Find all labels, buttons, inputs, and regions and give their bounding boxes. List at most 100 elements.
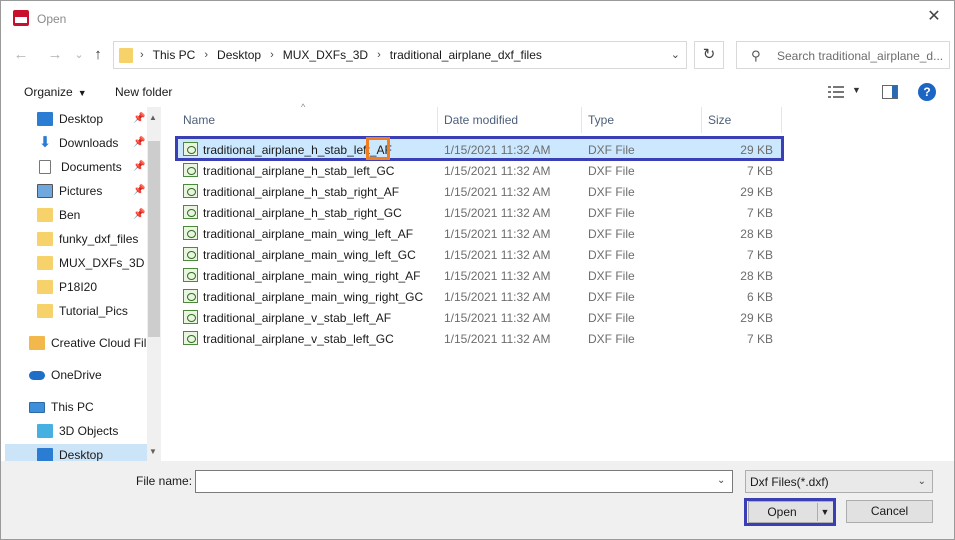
organize-button[interactable]: Organize ▼ (24, 85, 87, 99)
navigation-pane-scrollbar[interactable]: ▲ ▼ (147, 107, 161, 461)
file-name-dropdown-icon[interactable]: ⌄ (717, 475, 725, 486)
forward-arrow-icon[interactable]: → (46, 46, 64, 64)
breadcrumb-separator-icon[interactable]: › (270, 49, 274, 61)
dxf-file-icon (183, 331, 198, 345)
sidebar-item-downloads[interactable]: ⬇ Downloads (37, 132, 119, 154)
file-name: traditional_airplane_h_stab_right_AF (203, 185, 400, 199)
sidebar-item-label: Desktop (59, 112, 104, 126)
sidebar-item-this-pc[interactable]: This PC (29, 396, 94, 418)
breadcrumb-separator-icon[interactable]: › (204, 49, 208, 61)
sidebar-item-label: Pictures (59, 184, 103, 198)
column-divider[interactable] (701, 107, 702, 133)
pictures-icon (37, 184, 53, 198)
sidebar-item-3d-objects[interactable]: 3D Objects (37, 420, 118, 442)
sidebar-item-pictures[interactable]: Pictures (37, 180, 102, 202)
chevron-down-icon: ▼ (77, 88, 87, 98)
file-size: 7 KB (746, 164, 773, 178)
sidebar-item-tutorial-pics[interactable]: Tutorial_Pics (37, 300, 128, 322)
file-type-filter-select[interactable]: Dxf Files(*.dxf) ⌄ (745, 470, 933, 493)
search-input[interactable]: ⚲ Search traditional_airplane_d... (736, 41, 950, 69)
sidebar-item-label: MUX_DXFs_3D (59, 256, 145, 270)
column-header-name[interactable]: Name (183, 113, 215, 127)
file-row[interactable]: traditional_airplane_h_stab_left_GC 1/15… (177, 160, 783, 181)
sidebar-item-label: P18I20 (59, 280, 98, 294)
sidebar-item-desktop[interactable]: Desktop (37, 108, 103, 130)
sidebar-item-mux-dxfs-3d[interactable]: MUX_DXFs_3D (37, 252, 144, 274)
file-row[interactable]: traditional_airplane_v_stab_left_AF 1/15… (177, 307, 783, 328)
sort-ascending-icon: ^ (301, 102, 306, 112)
file-type: DXF File (588, 311, 635, 325)
recent-locations-chevron-icon[interactable]: ⌄ (70, 46, 88, 64)
column-divider[interactable] (781, 107, 782, 133)
breadcrumb-mux-dxfs-3d[interactable]: MUX_DXFs_3D (283, 48, 368, 62)
file-row[interactable]: traditional_airplane_v_stab_left_GC 1/15… (177, 328, 783, 349)
dxf-file-icon (183, 289, 198, 303)
pin-icon[interactable]: 📌 (133, 209, 145, 220)
scrollbar-thumb[interactable] (148, 141, 160, 337)
breadcrumb-this-pc[interactable]: This PC (153, 48, 196, 62)
new-folder-button[interactable]: New folder (115, 85, 172, 99)
column-header-date-modified[interactable]: Date modified (444, 113, 518, 127)
sidebar-item-ben[interactable]: Ben (37, 204, 80, 226)
file-row[interactable]: traditional_airplane_h_stab_right_GC 1/1… (177, 202, 783, 223)
breadcrumb-current-folder[interactable]: traditional_airplane_dxf_files (390, 48, 542, 62)
back-arrow-icon[interactable]: ← (12, 46, 30, 64)
pin-icon[interactable]: 📌 (133, 185, 145, 196)
preview-pane-icon[interactable] (882, 85, 898, 99)
scroll-up-icon[interactable]: ▲ (149, 113, 157, 122)
window-title: Open (37, 12, 67, 26)
documents-icon (39, 160, 51, 174)
file-name: traditional_airplane_h_stab_right_GC (203, 206, 402, 220)
file-size: 6 KB (746, 290, 773, 304)
up-arrow-icon[interactable]: ↑ (89, 46, 107, 64)
creative-cloud-icon (29, 336, 45, 350)
file-name: traditional_airplane_main_wing_left_GC (203, 248, 416, 262)
dxf-file-icon (183, 310, 198, 324)
open-file-dialog: Open ✕ ← → ⌄ ↑ › This PC › Desktop › MUX… (0, 0, 955, 540)
sidebar-item-label: funky_dxf_files (59, 232, 139, 246)
refresh-icon[interactable]: ↻ (694, 41, 724, 69)
file-date: 1/15/2021 11:32 AM (444, 248, 551, 262)
change-view-icon[interactable] (828, 85, 844, 99)
folder-icon (37, 232, 53, 246)
file-row[interactable]: traditional_airplane_main_wing_left_AF 1… (177, 223, 783, 244)
cancel-button[interactable]: Cancel (846, 500, 933, 523)
pin-icon[interactable]: 📌 (133, 161, 145, 172)
file-name-input[interactable] (195, 470, 733, 493)
scroll-down-icon[interactable]: ▼ (149, 447, 157, 456)
sidebar-item-p18i20[interactable]: P18I20 (37, 276, 97, 298)
column-divider[interactable] (437, 107, 438, 133)
pin-icon[interactable]: 📌 (133, 137, 145, 148)
breadcrumb-desktop[interactable]: Desktop (217, 48, 261, 62)
sidebar-item-funky-dxf-files[interactable]: funky_dxf_files (37, 228, 138, 250)
column-header-size[interactable]: Size (708, 113, 731, 127)
pin-icon[interactable]: 📌 (133, 113, 145, 124)
sidebar-item-creative-cloud[interactable]: Creative Cloud Fil (29, 332, 146, 354)
column-divider[interactable] (581, 107, 582, 133)
sidebar-item-documents[interactable]: Documents (39, 156, 122, 178)
sidebar-item-label: Downloads (59, 136, 119, 150)
address-bar[interactable]: › This PC › Desktop › MUX_DXFs_3D › trad… (113, 41, 687, 69)
address-dropdown-icon[interactable]: ⌄ (671, 48, 680, 61)
column-header-type[interactable]: Type (588, 113, 614, 127)
file-type: DXF File (588, 332, 635, 346)
file-row[interactable]: traditional_airplane_h_stab_right_AF 1/1… (177, 181, 783, 202)
folder-icon (119, 48, 133, 63)
close-icon[interactable]: ✕ (926, 9, 942, 25)
sidebar-item-onedrive[interactable]: OneDrive (29, 364, 102, 386)
breadcrumb-separator-icon[interactable]: › (377, 49, 381, 61)
command-bar: Organize ▼ New folder ▼ ? (1, 77, 954, 107)
sidebar-item-desktop-selected[interactable]: Desktop (5, 444, 147, 461)
file-row[interactable]: traditional_airplane_main_wing_right_AF … (177, 265, 783, 286)
dxf-file-icon (183, 163, 198, 177)
chevron-down-icon: ⌄ (917, 476, 926, 487)
file-size: 7 KB (746, 206, 773, 220)
help-icon[interactable]: ? (918, 83, 936, 101)
file-name: traditional_airplane_v_stab_left_GC (203, 332, 394, 346)
view-options-chevron-icon[interactable]: ▼ (852, 85, 861, 95)
file-row[interactable]: traditional_airplane_main_wing_right_GC … (177, 286, 783, 307)
this-pc-icon (29, 401, 45, 413)
file-size: 28 KB (740, 227, 773, 241)
file-size: 29 KB (740, 185, 773, 199)
file-row[interactable]: traditional_airplane_main_wing_left_GC 1… (177, 244, 783, 265)
